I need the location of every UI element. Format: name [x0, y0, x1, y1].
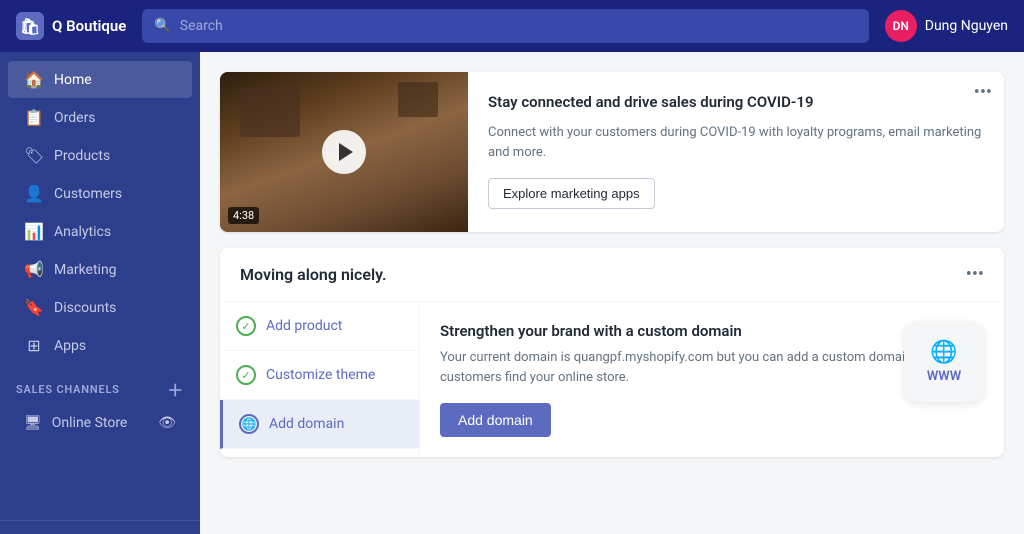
- checklist: ✓ Add product ✓ Customize theme 🌐 Add do…: [220, 302, 420, 457]
- video-card: 4:38 ••• Stay connected and drive sales …: [220, 72, 1004, 232]
- apps-icon: ⊞: [24, 336, 44, 355]
- sidebar-item-label: Apps: [54, 338, 86, 354]
- sidebar-item-label: Discounts: [54, 300, 116, 316]
- video-card-title: Stay connected and drive sales during CO…: [488, 92, 984, 113]
- check-done-icon: ✓: [236, 316, 256, 336]
- video-duration: 4:38: [228, 207, 259, 224]
- user-name: Dung Nguyen: [925, 18, 1008, 34]
- explore-marketing-button[interactable]: Explore marketing apps: [488, 178, 655, 209]
- sales-channels-label: SALES CHANNELS: [16, 383, 120, 396]
- checklist-item-add-product[interactable]: ✓ Add product: [220, 302, 419, 351]
- brand-description: Your current domain is quangpf.myshopify…: [440, 348, 984, 387]
- store-name: Q Boutique: [52, 17, 126, 35]
- moving-card-menu-button[interactable]: •••: [966, 264, 984, 285]
- sidebar-item-marketing[interactable]: 📢 Marketing: [8, 251, 192, 288]
- sidebar-item-label: Marketing: [54, 262, 117, 278]
- add-product-link[interactable]: Add product: [266, 318, 342, 334]
- sidebar-item-customers[interactable]: 👤 Customers: [8, 175, 192, 212]
- home-icon: 🏠: [24, 70, 44, 89]
- moving-along-card: Moving along nicely. ••• ✓ Add product ✓…: [220, 248, 1004, 457]
- search-bar[interactable]: 🔍 Search: [142, 9, 868, 43]
- sidebar-item-orders[interactable]: 📋 Orders: [8, 99, 192, 136]
- sidebar-item-label: Home: [54, 72, 92, 88]
- moving-card-body: ✓ Add product ✓ Customize theme 🌐 Add do…: [220, 302, 1004, 457]
- add-sales-channel-button[interactable]: ＋: [167, 377, 184, 401]
- online-store-label: Online Store: [52, 415, 128, 431]
- main-content: 4:38 ••• Stay connected and drive sales …: [200, 52, 1024, 534]
- discounts-icon: 🔖: [24, 298, 44, 317]
- sidebar-item-label: Products: [54, 148, 110, 164]
- moving-card-title: Moving along nicely.: [240, 265, 387, 284]
- search-placeholder: Search: [180, 18, 223, 34]
- online-store-icon: 🖥: [24, 415, 42, 431]
- products-icon: 🏷: [24, 146, 44, 165]
- sidebar-item-discounts[interactable]: 🔖 Discounts: [8, 289, 192, 326]
- orders-icon: 📋: [24, 108, 44, 127]
- add-domain-link[interactable]: Add domain: [269, 416, 344, 432]
- moving-card-header: Moving along nicely. •••: [220, 248, 1004, 302]
- globe-icon: 🌐: [239, 414, 259, 434]
- www-label: WWW: [927, 369, 961, 384]
- check-done-icon-2: ✓: [236, 365, 256, 385]
- sidebar-item-online-store[interactable]: 🖥 Online Store 👁: [8, 406, 192, 440]
- checklist-item-customize-theme[interactable]: ✓ Customize theme: [220, 351, 419, 400]
- sidebar-item-label: Orders: [54, 110, 96, 126]
- top-nav: 🛍 Q Boutique 🔍 Search DN Dung Nguyen: [0, 0, 1024, 52]
- customers-icon: 👤: [24, 184, 44, 203]
- logo-area[interactable]: 🛍 Q Boutique: [16, 12, 126, 40]
- sidebar-item-settings[interactable]: ⚙ Settings: [8, 530, 192, 534]
- user-area[interactable]: DN Dung Nguyen: [885, 10, 1008, 42]
- sales-channels-header: SALES CHANNELS ＋: [0, 365, 200, 405]
- video-card-description: Connect with your customers during COVID…: [488, 123, 984, 162]
- brand-section: 🌐 WWW Strengthen your brand with a custo…: [420, 302, 1004, 457]
- search-icon: 🔍: [154, 18, 171, 34]
- video-card-menu-button[interactable]: •••: [974, 84, 992, 102]
- sidebar: 🏠 Home 📋 Orders 🏷 Products 👤 Customers 📊…: [0, 52, 200, 534]
- add-domain-button[interactable]: Add domain: [440, 403, 551, 437]
- logo-icon: 🛍: [16, 12, 44, 40]
- checklist-item-add-domain[interactable]: 🌐 Add domain: [220, 400, 419, 449]
- marketing-icon: 📢: [24, 260, 44, 279]
- sidebar-item-apps[interactable]: ⊞ Apps: [8, 327, 192, 364]
- video-play-button[interactable]: [322, 130, 366, 174]
- sidebar-item-home[interactable]: 🏠 Home: [8, 61, 192, 98]
- sidebar-item-analytics[interactable]: 📊 Analytics: [8, 213, 192, 250]
- sidebar-item-label: Analytics: [54, 224, 111, 240]
- brand-title: Strengthen your brand with a custom doma…: [440, 322, 984, 340]
- sidebar-item-label: Customers: [54, 186, 122, 202]
- analytics-icon: 📊: [24, 222, 44, 241]
- www-globe-icon: 🌐: [930, 340, 957, 365]
- video-content: ••• Stay connected and drive sales durin…: [468, 72, 1004, 232]
- customize-theme-link[interactable]: Customize theme: [266, 367, 375, 383]
- video-thumbnail[interactable]: 4:38: [220, 72, 468, 232]
- avatar: DN: [885, 10, 917, 42]
- sidebar-item-products[interactable]: 🏷 Products: [8, 137, 192, 174]
- www-badge: 🌐 WWW: [904, 322, 984, 402]
- eye-icon[interactable]: 👁: [158, 415, 176, 431]
